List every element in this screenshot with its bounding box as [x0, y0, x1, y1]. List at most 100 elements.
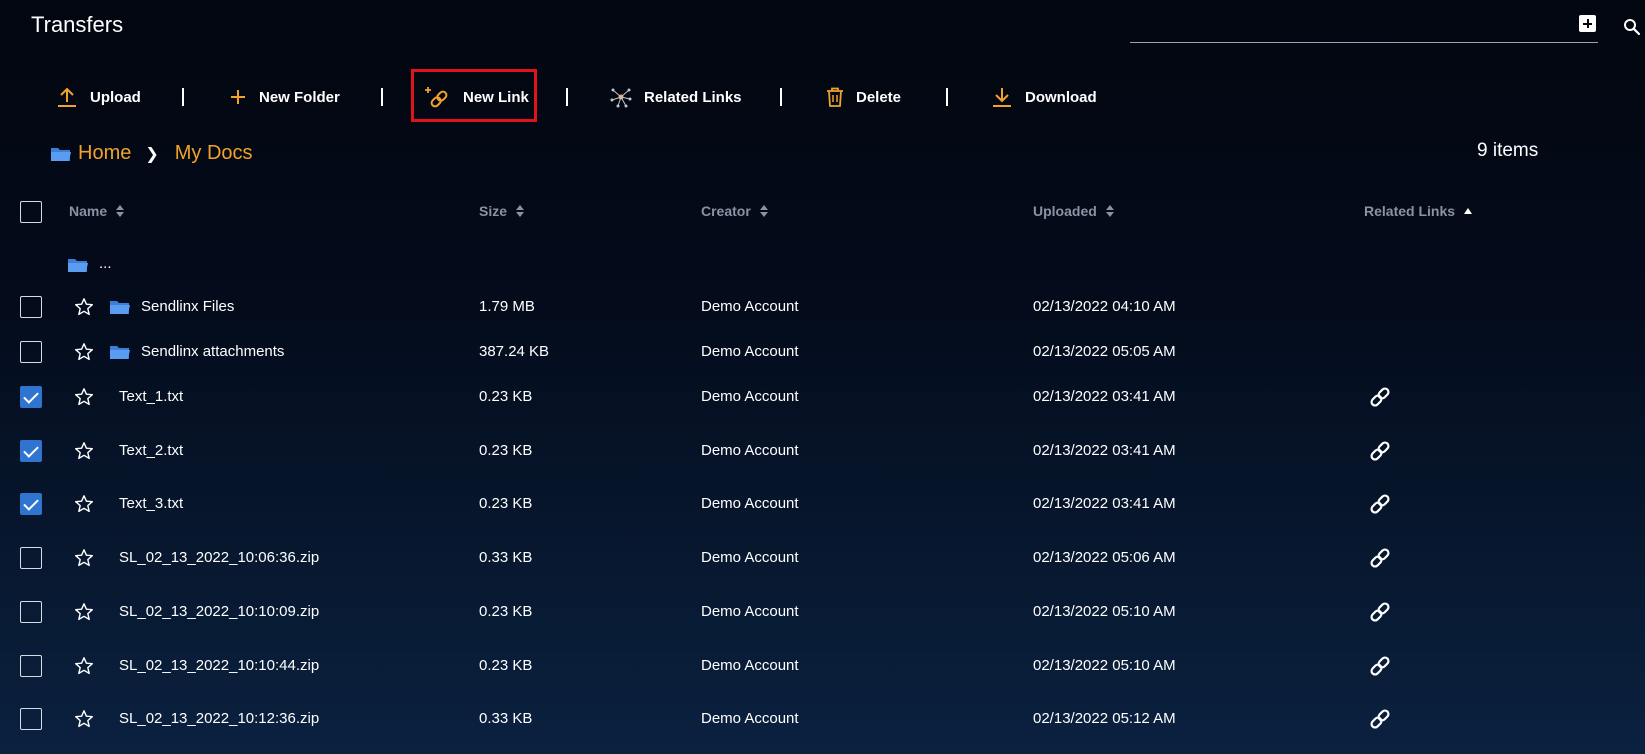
download-label: Download [1025, 88, 1097, 106]
row-size: 0.23 KB [479, 388, 533, 405]
row-checkbox[interactable] [20, 296, 42, 318]
row-size: 0.23 KB [479, 495, 533, 512]
row-creator: Demo Account [701, 657, 799, 674]
row-creator: Demo Account [701, 549, 799, 566]
row-name[interactable]: Sendlinx Files [141, 298, 234, 315]
row-uploaded: 02/13/2022 05:10 AM [1033, 657, 1176, 674]
toolbar-divider [780, 88, 782, 106]
column-header-creator[interactable]: Creator [701, 203, 769, 219]
link-icon[interactable] [1368, 385, 1392, 409]
new-folder-button[interactable]: New Folder [229, 82, 340, 112]
link-icon[interactable] [1368, 600, 1392, 624]
row-size: 0.23 KB [479, 657, 533, 674]
plus-icon [231, 90, 245, 104]
toolbar-divider [946, 88, 948, 106]
row-uploaded: 02/13/2022 05:12 AM [1033, 710, 1176, 727]
row-checkbox[interactable] [20, 601, 42, 623]
row-name[interactable]: SL_02_13_2022_10:06:36.zip [119, 549, 319, 566]
row-name[interactable]: Sendlinx attachments [141, 343, 284, 360]
row-checkbox[interactable] [20, 655, 42, 677]
sort-icon [759, 205, 768, 217]
link-icon[interactable] [1368, 707, 1392, 731]
page-title: Transfers [31, 12, 124, 37]
star-icon[interactable] [74, 387, 94, 407]
row-name[interactable]: SL_02_13_2022_10:10:44.zip [119, 657, 319, 674]
row-size: 1.79 MB [479, 298, 535, 315]
upload-icon [58, 87, 76, 107]
link-icon[interactable] [1368, 546, 1392, 570]
breadcrumb-home[interactable]: Home [78, 142, 131, 165]
chevron-right-icon: ❯ [145, 145, 159, 163]
row-creator: Demo Account [701, 388, 799, 405]
items-count: 9 items [1477, 140, 1539, 161]
folder-icon [68, 259, 88, 272]
row-uploaded: 02/13/2022 05:10 AM [1033, 603, 1176, 620]
toolbar-divider [381, 88, 383, 106]
star-icon[interactable] [74, 342, 94, 362]
add-box-icon[interactable] [1579, 15, 1596, 32]
breadcrumb: Home ❯ My Docs [50, 142, 253, 165]
row-checkbox[interactable] [20, 493, 42, 515]
row-size: 387.24 KB [479, 343, 550, 360]
row-checkbox[interactable] [20, 547, 42, 569]
row-uploaded: 02/13/2022 03:41 AM [1033, 388, 1176, 405]
star-icon[interactable] [74, 548, 94, 568]
star-icon[interactable] [74, 297, 94, 317]
row-creator: Demo Account [701, 442, 799, 459]
column-header-size-label: Size [479, 203, 508, 219]
row-uploaded: 02/13/2022 05:05 AM [1033, 343, 1176, 360]
delete-label: Delete [856, 88, 902, 106]
parent-folder-label: ... [99, 255, 112, 272]
delete-button[interactable]: Delete [826, 82, 901, 112]
row-checkbox[interactable] [20, 708, 42, 730]
row-creator: Demo Account [701, 343, 799, 360]
upload-button[interactable]: Upload [56, 82, 141, 112]
breadcrumb-current[interactable]: My Docs [175, 142, 253, 165]
add-link-icon [425, 87, 448, 108]
column-header-related-links[interactable]: Related Links [1364, 203, 1473, 219]
search-icon[interactable] [1623, 18, 1641, 36]
column-header-size[interactable]: Size [479, 203, 525, 219]
row-creator: Demo Account [701, 298, 799, 315]
upload-label: Upload [90, 88, 141, 106]
sort-icon [1105, 205, 1114, 217]
folder-icon [109, 343, 131, 366]
star-icon[interactable] [74, 602, 94, 622]
star-icon[interactable] [74, 494, 94, 514]
star-icon[interactable] [74, 709, 94, 729]
transfers-app: Transfers Upload New Folder New Link Rel… [0, 0, 1645, 754]
column-header-name[interactable]: Name [69, 203, 125, 219]
row-checkbox[interactable] [20, 440, 42, 462]
row-creator: Demo Account [701, 603, 799, 620]
sort-icon [116, 205, 125, 217]
new-folder-label: New Folder [259, 88, 340, 106]
related-links-button[interactable]: Related Links [610, 82, 742, 112]
link-icon[interactable] [1368, 439, 1392, 463]
folder-icon [109, 298, 131, 321]
column-header-related-links-label: Related Links [1364, 203, 1456, 219]
row-checkbox[interactable] [20, 341, 42, 363]
new-link-button[interactable]: New Link [425, 82, 529, 112]
download-button[interactable]: Download [991, 82, 1097, 112]
link-icon[interactable] [1368, 654, 1392, 678]
row-creator: Demo Account [701, 495, 799, 512]
link-icon[interactable] [1368, 492, 1392, 516]
column-header-uploaded[interactable]: Uploaded [1033, 203, 1115, 219]
search-input[interactable] [1130, 42, 1598, 43]
column-header-name-label: Name [69, 203, 108, 219]
row-checkbox[interactable] [20, 386, 42, 408]
trash-icon [827, 87, 843, 107]
row-name[interactable]: Text_3.txt [119, 495, 183, 512]
row-name[interactable]: Text_1.txt [119, 388, 183, 405]
folder-icon [51, 147, 71, 161]
row-uploaded: 02/13/2022 04:10 AM [1033, 298, 1176, 315]
row-name[interactable]: Text_2.txt [119, 442, 183, 459]
row-uploaded: 02/13/2022 03:41 AM [1033, 442, 1176, 459]
star-icon[interactable] [74, 441, 94, 461]
star-icon[interactable] [74, 656, 94, 676]
row-name[interactable]: SL_02_13_2022_10:10:09.zip [119, 603, 319, 620]
row-creator: Demo Account [701, 710, 799, 727]
row-name[interactable]: SL_02_13_2022_10:12:36.zip [119, 710, 319, 727]
column-header-creator-label: Creator [701, 203, 751, 219]
select-all-checkbox[interactable] [20, 201, 42, 223]
